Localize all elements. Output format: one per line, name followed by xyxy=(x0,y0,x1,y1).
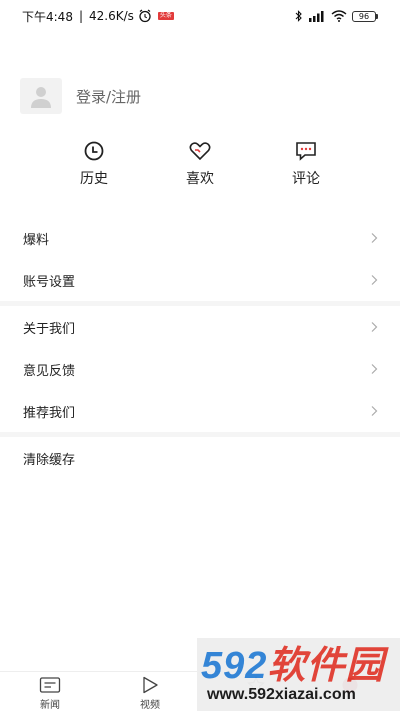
chevron-right-icon xyxy=(371,275,378,285)
status-separator: | xyxy=(78,9,83,23)
menu-item-about-us[interactable]: 关于我们 xyxy=(0,306,400,348)
nav-video[interactable]: 视频 xyxy=(120,676,180,711)
menu-item-recommend-us[interactable]: 推荐我们 xyxy=(0,390,400,432)
menu-group-2: 关于我们 意见反馈 推荐我们 xyxy=(0,306,400,432)
menu-group-3: 清除缓存 xyxy=(0,437,400,479)
battery-level: 96 xyxy=(352,10,376,22)
quick-like-label: 喜欢 xyxy=(186,171,214,187)
chevron-right-icon xyxy=(371,364,378,374)
quick-like[interactable]: 喜欢 xyxy=(170,140,230,188)
avatar[interactable] xyxy=(20,78,62,114)
menu-item-label: 推荐我们 xyxy=(23,405,76,421)
nav-news-label: 新闻 xyxy=(40,700,60,711)
status-speed: 42.6K/s xyxy=(89,9,134,23)
status-bar: 下午4:48 | 42.6K/s 头条 96 xyxy=(0,0,400,32)
menu-item-feedback[interactable]: 意见反馈 xyxy=(0,348,400,390)
clock-icon xyxy=(84,141,104,161)
user-icon xyxy=(31,87,51,108)
heart-icon xyxy=(189,142,211,161)
status-left: 下午4:48 | 42.6K/s 头条 xyxy=(22,8,174,25)
battery-icon: 96 xyxy=(352,10,378,22)
bluetooth-icon xyxy=(295,10,302,22)
watermark-brand: 592软件园 xyxy=(201,645,389,686)
menu-item-label: 账号设置 xyxy=(23,274,76,290)
watermark-url: www.592xiazai.com xyxy=(207,686,356,703)
menu-item-clear-cache[interactable]: 清除缓存 xyxy=(0,437,400,479)
news-icon xyxy=(39,677,61,693)
menu-group-1: 爆料 账号设置 xyxy=(0,217,400,301)
site-watermark: 592软件园 www.592xiazai.com xyxy=(197,638,400,711)
watermark-logo: 592软件园 xyxy=(201,645,389,686)
menu-item-label: 爆料 xyxy=(23,232,50,248)
login-register-link[interactable]: 登录/注册 xyxy=(76,86,141,107)
alarm-icon xyxy=(139,9,151,23)
wifi-icon xyxy=(331,10,347,22)
quick-actions: 历史 喜欢 评论 xyxy=(0,140,400,190)
comment-icon xyxy=(296,142,316,161)
menu-item-baoliao[interactable]: 爆料 xyxy=(0,217,400,259)
quick-history-label: 历史 xyxy=(80,171,108,187)
nav-video-label: 视频 xyxy=(140,700,160,711)
signal-icon xyxy=(309,11,324,22)
nav-news[interactable]: 新闻 xyxy=(20,676,80,711)
profile-login[interactable]: 登录/注册 xyxy=(20,78,141,114)
chevron-right-icon xyxy=(371,406,378,416)
quick-history[interactable]: 历史 xyxy=(64,140,124,188)
menu-item-label: 关于我们 xyxy=(23,321,76,337)
menu-item-label: 清除缓存 xyxy=(23,452,76,468)
status-right: 96 xyxy=(295,10,378,22)
status-time: 下午4:48 xyxy=(22,9,73,24)
quick-comment-label: 评论 xyxy=(292,171,320,187)
chevron-right-icon xyxy=(371,233,378,243)
menu-item-account-settings[interactable]: 账号设置 xyxy=(0,259,400,301)
battery-tip xyxy=(376,13,378,19)
quick-comment[interactable]: 评论 xyxy=(276,140,336,188)
chevron-right-icon xyxy=(371,322,378,332)
menu-item-label: 意见反馈 xyxy=(23,363,76,379)
play-icon xyxy=(143,676,158,694)
news-badge: 头条 xyxy=(157,12,174,20)
